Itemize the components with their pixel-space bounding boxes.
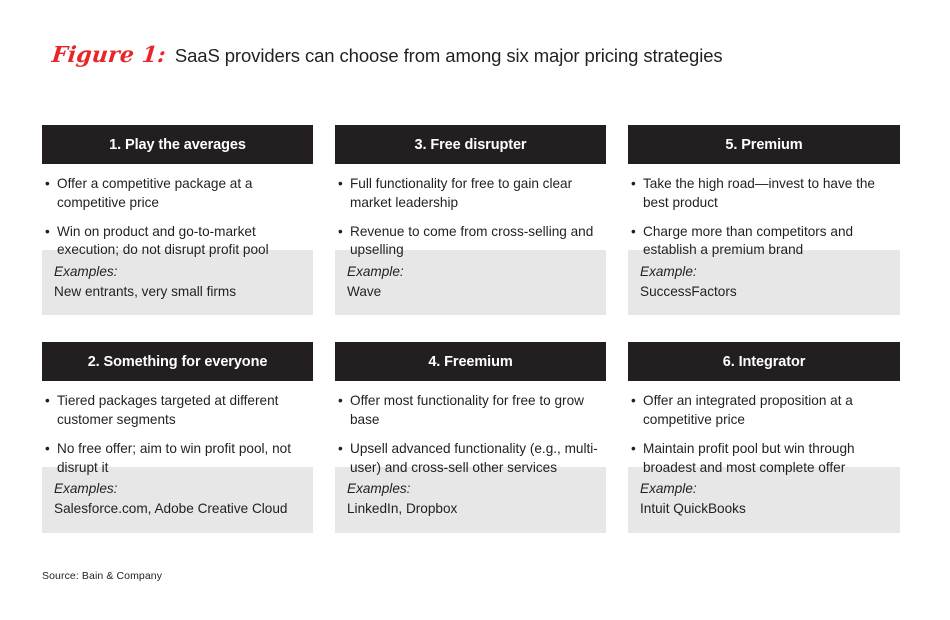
figure-container: Figure 1: SaaS providers can choose from… xyxy=(0,0,950,620)
figure-number-label: Figure 1: xyxy=(50,42,168,68)
example-label-6: Example: xyxy=(640,481,697,497)
card-bullet-list-1: • Offer a competitive package at a compe… xyxy=(44,175,311,260)
card-body-3: • Full functionality for free to gain cl… xyxy=(335,164,606,257)
list-item: • Offer an integrated proposition at a c… xyxy=(630,392,898,430)
list-item: • Upsell advanced functionality (e.g., m… xyxy=(337,440,604,478)
bullet-icon: • xyxy=(631,176,636,191)
example-value-6: Intuit QuickBooks xyxy=(640,501,746,517)
card-header-5: 5. Premium xyxy=(628,125,900,164)
page-title: SaaS providers can choose from among six… xyxy=(174,45,723,66)
card-header-3: 3. Free disrupter xyxy=(335,125,606,164)
bullet-text: Full functionality for free to gain clea… xyxy=(350,176,573,210)
bullet-icon: • xyxy=(45,223,50,239)
card-header-6: 6. Integrator xyxy=(628,342,900,382)
list-item: • Tiered packages targeted at different … xyxy=(44,392,311,430)
bullet-text: Tiered packages targeted at different cu… xyxy=(57,393,279,428)
card-body-2: • Tiered packages targeted at different … xyxy=(42,381,313,474)
bullet-icon: • xyxy=(338,176,343,191)
source-note: Source: Bain & Company xyxy=(42,570,163,582)
card-header-4: 4. Freemium xyxy=(335,342,606,382)
example-label-5: Example: xyxy=(640,264,697,279)
bullet-text: Offer most functionality for free to gro… xyxy=(350,393,584,428)
example-label-1: Examples: xyxy=(54,264,118,279)
bullet-text: Take the high road—invest to have the be… xyxy=(643,176,875,210)
example-value-2: Salesforce.com, Adobe Creative Cloud xyxy=(54,501,288,517)
card-title-6: 6. Integrator xyxy=(722,353,806,370)
bullet-icon: • xyxy=(45,176,50,191)
strategy-card-4: 4. Freemium • Offer most functionality f… xyxy=(335,342,606,533)
list-item: • Offer a competitive package at a compe… xyxy=(44,175,311,213)
example-value-5: SuccessFactors xyxy=(640,283,737,299)
example-label-3: Example: xyxy=(347,264,404,279)
bullet-icon: • xyxy=(631,393,636,409)
list-item: • No free offer; aim to win profit pool,… xyxy=(44,440,311,478)
card-bullet-list-5: • Take the high road—invest to have the … xyxy=(630,175,898,260)
strategy-card-1: 1. Play the averages • Offer a competiti… xyxy=(42,125,313,316)
card-header-2: 2. Something for everyone xyxy=(42,342,313,382)
bullet-text: Upsell advanced functionality (e.g., mul… xyxy=(350,440,598,475)
bullet-text: Win on product and go-to-market executio… xyxy=(57,223,269,258)
list-item: • Take the high road—invest to have the … xyxy=(630,175,898,213)
list-item: • Maintain profit pool but win through b… xyxy=(630,440,898,478)
card-title-4: 4. Freemium xyxy=(428,353,513,370)
card-title-1: 1. Play the averages xyxy=(109,136,246,153)
bullet-icon: • xyxy=(338,223,343,239)
card-bullet-list-2: • Tiered packages targeted at different … xyxy=(44,392,311,477)
bullet-icon: • xyxy=(45,440,50,456)
bullet-icon: • xyxy=(631,440,636,456)
list-item: • Full functionality for free to gain cl… xyxy=(337,175,604,213)
bullet-text: Offer a competitive package at a competi… xyxy=(57,176,253,210)
strategy-card-6: 6. Integrator • Offer an integrated prop… xyxy=(628,342,900,533)
bullet-text: No free offer; aim to win profit pool, n… xyxy=(57,440,291,475)
list-item: • Offer most functionality for free to g… xyxy=(337,392,604,430)
card-body-6: • Offer an integrated proposition at a c… xyxy=(628,381,900,474)
example-value-4: LinkedIn, Dropbox xyxy=(347,501,458,517)
example-value-3: Wave xyxy=(347,283,382,299)
figure-title-row: Figure 1: SaaS providers can choose from… xyxy=(50,42,723,68)
bullet-icon: • xyxy=(45,393,50,409)
card-bullet-list-6: • Offer an integrated proposition at a c… xyxy=(630,392,898,477)
strategy-card-grid: 1. Play the averages • Offer a competiti… xyxy=(42,125,900,533)
list-item: • Charge more than competitors and estab… xyxy=(630,223,898,261)
list-item: • Win on product and go-to-market execut… xyxy=(44,223,311,261)
strategy-card-3: 3. Free disrupter • Full functionality f… xyxy=(335,125,606,316)
bullet-text: Charge more than competitors and establi… xyxy=(643,223,854,258)
card-body-1: • Offer a competitive package at a compe… xyxy=(42,164,313,257)
list-item: • Revenue to come from cross-selling and… xyxy=(337,223,604,261)
bullet-text: Revenue to come from cross-selling and u… xyxy=(350,223,594,258)
card-title-2: 2. Something for everyone xyxy=(87,353,268,370)
card-bullet-list-4: • Offer most functionality for free to g… xyxy=(337,392,604,477)
bullet-icon: • xyxy=(338,393,343,409)
card-title-5: 5. Premium xyxy=(725,136,803,153)
card-bullet-list-3: • Full functionality for free to gain cl… xyxy=(337,175,604,260)
bullet-icon: • xyxy=(338,440,343,456)
example-label-2: Examples: xyxy=(54,481,118,497)
example-value-1: New entrants, very small firms xyxy=(54,283,237,299)
strategy-card-2: 2. Something for everyone • Tiered packa… xyxy=(42,342,313,533)
bullet-text: Offer an integrated proposition at a com… xyxy=(643,393,853,428)
card-body-5: • Take the high road—invest to have the … xyxy=(628,164,900,257)
bullet-text: Maintain profit pool but win through bro… xyxy=(643,440,855,475)
example-label-4: Examples: xyxy=(347,481,411,497)
card-title-3: 3. Free disrupter xyxy=(414,136,527,153)
strategy-card-5: 5. Premium • Take the high road—invest t… xyxy=(628,125,900,316)
bullet-icon: • xyxy=(631,223,636,239)
card-body-4: • Offer most functionality for free to g… xyxy=(335,381,606,474)
card-header-1: 1. Play the averages xyxy=(42,125,313,164)
